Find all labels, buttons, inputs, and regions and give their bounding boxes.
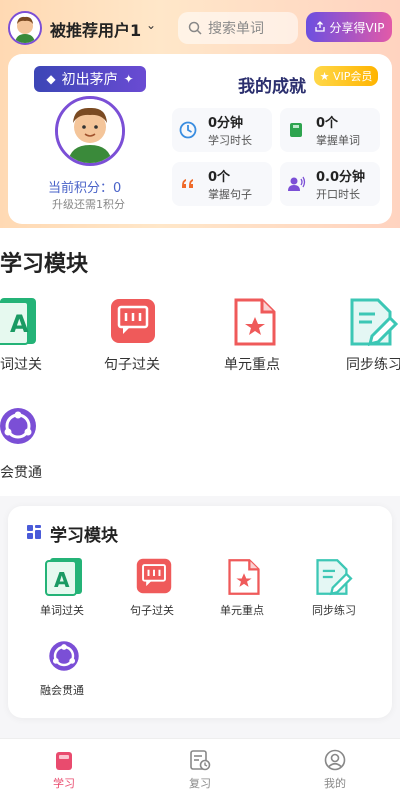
search-icon — [188, 21, 202, 35]
level-badge: ◆ 初出茅庐 ✦ — [34, 66, 146, 92]
avatar[interactable] — [8, 11, 42, 45]
module-sentence-small[interactable]: 句子过关 — [128, 558, 188, 618]
book-icon — [290, 123, 302, 137]
stat-value: 0个 — [316, 116, 339, 131]
practice-icon — [316, 559, 353, 596]
quote-icon — [182, 179, 193, 188]
achievements-title: 我的成就 — [238, 77, 306, 97]
module-label: 句子过关 — [104, 357, 160, 373]
module-label: 融会贯通 — [40, 684, 84, 697]
nav-mine[interactable]: 我的 — [305, 747, 365, 797]
points-label: 当前积分：0 — [48, 181, 122, 196]
svg-text:A: A — [10, 310, 29, 338]
boy-avatar-icon — [58, 99, 122, 163]
share-icon — [314, 21, 325, 32]
module-label: 单词过关 — [40, 604, 84, 617]
section-title: 学习模块 — [0, 252, 89, 277]
share-vip-label: 分享得VIP — [329, 20, 385, 35]
chevron-down-icon[interactable]: ⌄ — [146, 18, 156, 32]
top-header: 被推荐用户1 ⌄ 搜索单词 分享得VIP — [0, 0, 400, 54]
module-label: 句子过关 — [130, 604, 174, 617]
share-vip-button[interactable]: 分享得VIP — [306, 12, 392, 42]
module-integrate-small[interactable]: 融会贯通 — [38, 638, 98, 698]
nav-label: 学习 — [53, 777, 75, 790]
upgrade-hint: 升级还需1积分 — [52, 198, 125, 211]
clock-icon — [179, 121, 197, 139]
unit-key-icon — [228, 559, 260, 595]
practice-icon — [350, 298, 399, 346]
module-sentence[interactable]: 句子过关 — [100, 298, 180, 378]
module-label: 单元重点 — [224, 357, 280, 373]
stat-value: 0.0分钟 — [316, 170, 366, 185]
module-practice-small[interactable]: 同步练习 — [310, 558, 370, 618]
nav-label: 我的 — [324, 777, 346, 790]
sentence-icon — [111, 299, 155, 343]
review-icon — [190, 750, 211, 771]
module-label: 同步练习 — [312, 604, 356, 617]
word-card-icon: A — [45, 558, 82, 596]
username[interactable]: 被推荐用户1 — [50, 17, 141, 41]
module-word[interactable]: A 词过关 — [0, 298, 60, 378]
boy-avatar-icon — [10, 13, 40, 43]
bottom-nav: 学习 复习 我的 — [0, 738, 400, 803]
stat-words: 0个 掌握单词 — [280, 108, 380, 152]
nav-label: 复习 — [189, 777, 211, 790]
module-label: 词过关 — [0, 357, 42, 373]
integrate-icon — [49, 641, 79, 671]
vip-member-tag: ★ VIP会员 — [314, 66, 378, 86]
diamond-icon: ◆ — [46, 72, 56, 86]
module-label: 同步练习 — [346, 357, 400, 373]
integrate-icon — [0, 408, 36, 444]
module-unit-key[interactable]: 单元重点 — [222, 298, 302, 378]
search-input[interactable]: 搜索单词 — [178, 12, 298, 44]
modules-card-title: 学习模块 — [50, 526, 118, 546]
grid-icon — [27, 525, 41, 539]
user-icon — [324, 749, 346, 771]
speak-icon — [288, 176, 306, 191]
stat-speaking: 0.0分钟 开口时长 — [280, 162, 380, 206]
sentence-icon — [136, 558, 172, 594]
module-practice[interactable]: 同步练习 — [342, 298, 400, 378]
level-badge-label: 初出茅庐 — [61, 72, 118, 88]
module-label: 单元重点 — [220, 604, 264, 617]
nav-review[interactable]: 复习 — [170, 747, 230, 797]
stat-label: 学习时长 — [208, 134, 252, 147]
module-label: 会贯通 — [0, 465, 42, 481]
unit-key-icon — [234, 298, 276, 346]
stat-label: 掌握单词 — [316, 134, 360, 147]
stat-value: 0分钟 — [208, 116, 244, 131]
nav-study[interactable]: 学习 — [34, 747, 94, 797]
stat-label: 掌握句子 — [208, 188, 252, 201]
module-unit-key-small[interactable]: 单元重点 — [218, 558, 278, 618]
stat-value: 0个 — [208, 170, 231, 185]
study-book-icon — [56, 752, 72, 770]
search-placeholder: 搜索单词 — [208, 21, 264, 37]
stat-label: 开口时长 — [316, 188, 360, 201]
sparkle-icon: ✦ — [123, 72, 134, 86]
profile-avatar[interactable] — [55, 96, 125, 166]
word-card-icon: A — [0, 298, 36, 345]
module-word-small[interactable]: A 单词过关 — [38, 558, 98, 618]
module-integrate[interactable]: 会贯通 — [0, 404, 60, 484]
stat-study-time: 0分钟 学习时长 — [172, 108, 272, 152]
svg-text:A: A — [54, 568, 70, 592]
stat-sentences: 0个 掌握句子 — [172, 162, 272, 206]
